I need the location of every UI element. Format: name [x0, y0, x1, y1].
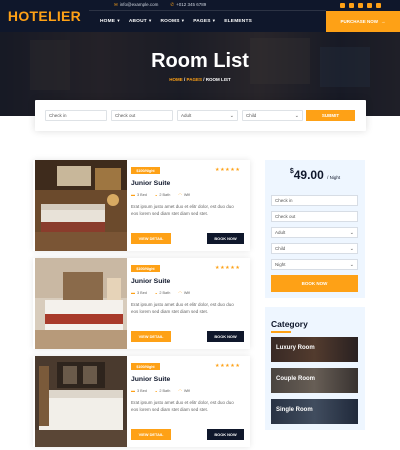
chevron-down-icon: ⌄: [229, 113, 234, 119]
bed-icon: ▬: [131, 388, 135, 393]
menu-item-pages[interactable]: PAGES ▾: [193, 19, 215, 24]
page-title: Room List: [151, 50, 249, 72]
wifi-icon: ◠: [178, 388, 182, 393]
price-badge: $100/Night: [131, 265, 160, 272]
menu-item-rooms[interactable]: ROOMS ▾: [160, 19, 184, 24]
breadcrumb-home[interactable]: HOME: [169, 77, 183, 82]
linkedin-icon[interactable]: [358, 3, 363, 8]
wifi-icon: ◠: [178, 192, 182, 197]
book-now-button[interactable]: BOOK NOW: [207, 233, 244, 244]
title-underline: [271, 331, 291, 333]
price-per-night: $49.00 / Night: [289, 168, 341, 182]
bath-icon: ◒: [154, 290, 158, 295]
social-links: [340, 0, 381, 11]
sidebar-child-select[interactable]: Child ⌄: [271, 243, 358, 254]
instagram-icon[interactable]: [367, 3, 372, 8]
menu-item-elements[interactable]: ELEMENTS: [224, 19, 252, 24]
room-image[interactable]: [35, 160, 127, 251]
view-detail-button[interactable]: VIEW DETAIL: [131, 331, 171, 342]
twitter-icon[interactable]: [349, 3, 354, 8]
checkin-input[interactable]: Check in: [45, 110, 107, 121]
rating-stars: ★★★★★: [215, 265, 241, 271]
chevron-down-icon: ▾: [212, 19, 216, 24]
rating-stars: ★★★★★: [215, 363, 241, 369]
room-amenities: ▬ 3 Bed ◒ 2 Bath ◠ Wifi: [131, 290, 191, 295]
room-amenities: ▬ 3 Bed ◒ 2 Bath ◠ Wifi: [131, 388, 191, 393]
wifi-icon: ◠: [178, 290, 182, 295]
room-image[interactable]: [35, 258, 127, 349]
chevron-down-icon: ▾: [117, 19, 120, 24]
logo[interactable]: HOTELIER: [0, 0, 89, 32]
booking-bar: Check in Check out Adult ⌄ Child ⌄ SUBMIT: [35, 100, 366, 131]
menu-item-home[interactable]: HOME ▾: [100, 19, 120, 24]
category-luxury-room[interactable]: Luxury Room: [271, 337, 358, 362]
topbar: ✉ info@example.com ✆ +012 345 6789: [89, 0, 326, 11]
bath-icon: ◒: [154, 192, 158, 197]
chevron-down-icon: ⌄: [294, 113, 299, 119]
submit-button[interactable]: SUBMIT: [306, 110, 355, 121]
bed-icon: ▬: [131, 290, 135, 295]
sidebar-book-now-button[interactable]: BOOK NOW: [271, 275, 358, 292]
book-now-button[interactable]: BOOK NOW: [207, 429, 244, 440]
bath-icon: ◒: [154, 388, 158, 393]
room-name[interactable]: Junior Suite: [131, 278, 170, 285]
email-item[interactable]: ✉ info@example.com: [114, 2, 158, 8]
chevron-down-icon: ⌄: [349, 230, 354, 236]
phone-icon: ✆: [170, 2, 175, 7]
room-description: Erat ipsum justo amet duo et elitr dolor…: [131, 400, 234, 412]
chevron-down-icon: ⌄: [349, 262, 354, 268]
room-name[interactable]: Junior Suite: [131, 376, 170, 383]
view-detail-button[interactable]: VIEW DETAIL: [131, 429, 171, 440]
child-select[interactable]: Child ⌄: [242, 110, 303, 121]
phone-item[interactable]: ✆ +012 345 6789: [170, 2, 206, 8]
youtube-icon[interactable]: [376, 3, 381, 8]
room-amenities: ▬ 3 Bed ◒ 2 Bath ◠ Wifi: [131, 192, 191, 197]
arrow-right-icon: →: [381, 19, 386, 24]
breadcrumb-current: ROOM LIST: [205, 77, 231, 82]
checkout-input[interactable]: Check out: [111, 110, 173, 121]
price-badge: $100/Night: [131, 167, 160, 174]
menu-item-about[interactable]: ABOUT ▾: [129, 19, 152, 24]
bed-icon: ▬: [131, 192, 135, 197]
category-couple-room[interactable]: Couple Room: [271, 368, 358, 393]
sidebar-checkout-input[interactable]: Check out: [271, 211, 358, 222]
room-description: Erat ipsum justo amet duo et elitr dolor…: [131, 204, 234, 216]
envelope-icon: ✉: [114, 2, 118, 7]
price-badge: $100/Night: [131, 363, 160, 370]
rating-stars: ★★★★★: [215, 167, 241, 173]
room-name[interactable]: Junior Suite: [131, 180, 170, 187]
chevron-down-icon: ▾: [181, 19, 185, 24]
chevron-down-icon: ▾: [148, 19, 152, 24]
sidebar-night-select[interactable]: Night ⌄: [271, 259, 358, 270]
book-now-button[interactable]: BOOK NOW: [207, 331, 244, 342]
chevron-down-icon: ⌄: [349, 246, 354, 252]
category-title: Category: [271, 319, 308, 329]
sidebar-adult-select[interactable]: Adult ⌄: [271, 227, 358, 238]
breadcrumb: HOME / PAGES / ROOM LIST: [169, 77, 231, 82]
purchase-button[interactable]: PURCHASE NOW →: [326, 11, 400, 32]
category-single-room[interactable]: Single Room: [271, 399, 358, 424]
main-menu: HOME ▾ ABOUT ▾ ROOMS ▾ PAGES ▾ ELEMENTS: [100, 11, 252, 32]
adult-select[interactable]: Adult ⌄: [177, 110, 238, 121]
facebook-icon[interactable]: [340, 3, 345, 8]
view-detail-button[interactable]: VIEW DETAIL: [131, 233, 171, 244]
breadcrumb-pages[interactable]: PAGES: [187, 77, 202, 82]
sidebar-checkin-input[interactable]: Check in: [271, 195, 358, 206]
room-image[interactable]: [35, 356, 127, 447]
room-description: Erat ipsum justo amet duo et elitr dolor…: [131, 302, 234, 314]
